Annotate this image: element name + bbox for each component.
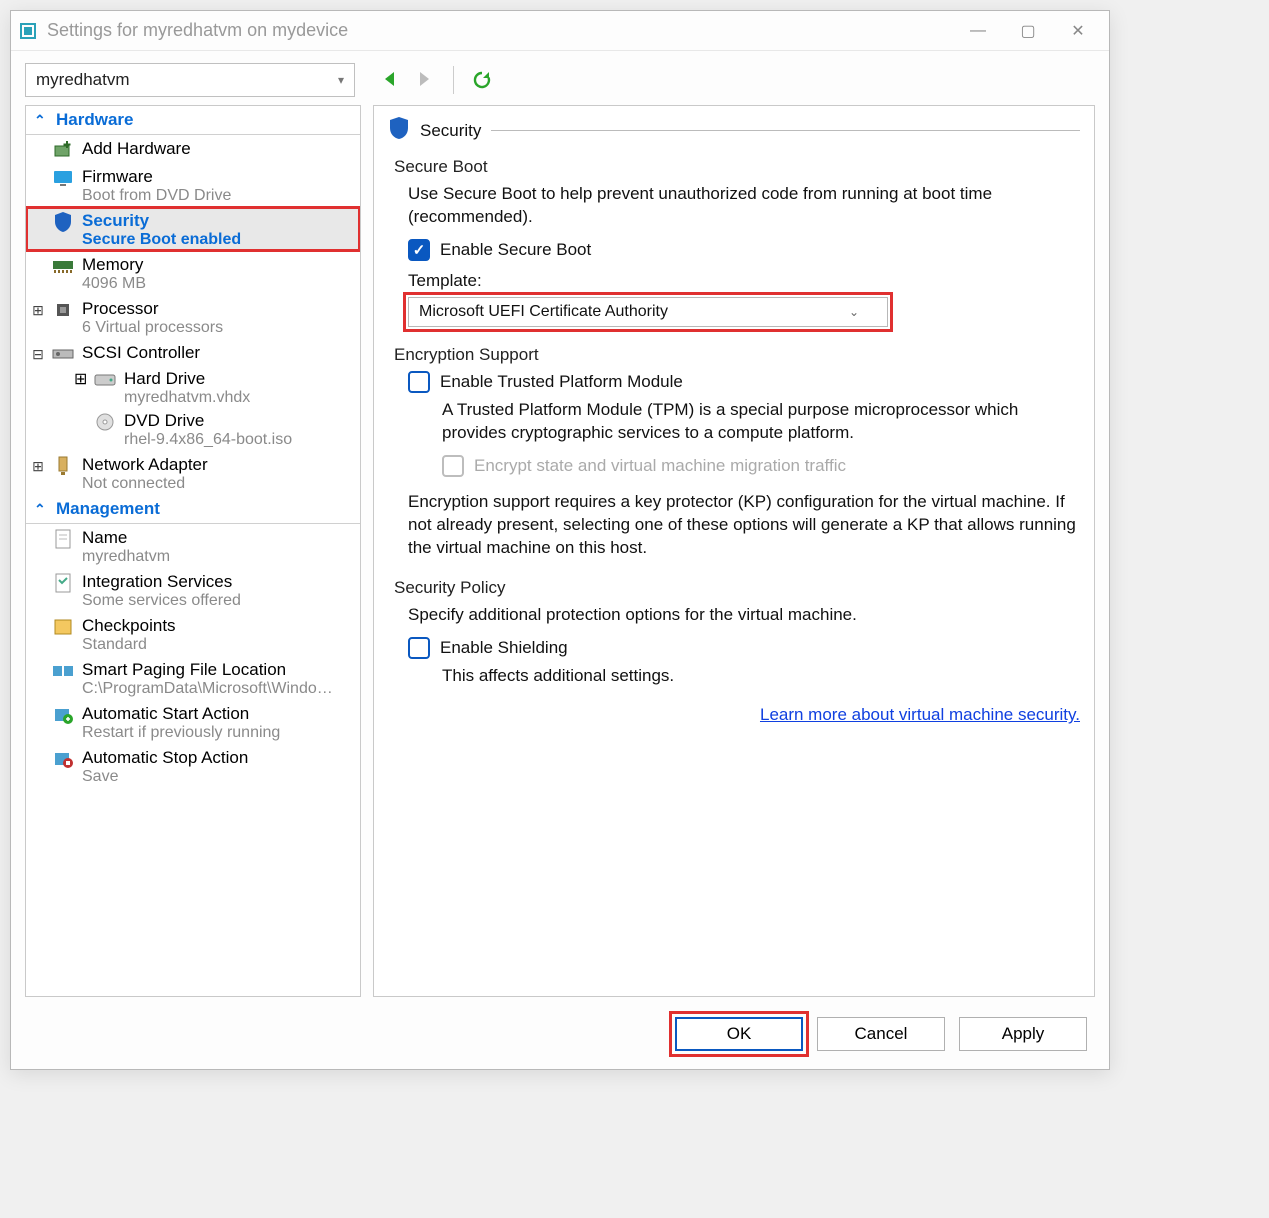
chevron-down-icon: ⌄ bbox=[849, 305, 859, 319]
detail-panel: Security Secure Boot Use Secure Boot to … bbox=[373, 105, 1095, 997]
integration-icon bbox=[52, 572, 74, 594]
group-policy: Security Policy Specify additional prote… bbox=[394, 578, 1080, 688]
settings-window: Settings for myredhatvm on mydevice — ▢ … bbox=[10, 10, 1110, 1070]
vm-selector-value: myredhatvm bbox=[36, 70, 130, 90]
autostart-icon bbox=[52, 704, 74, 726]
enable-secure-boot-row[interactable]: Enable Secure Boot bbox=[408, 239, 1080, 261]
content-area: myredhatvm ▾ ⌃ Hardware bbox=[11, 51, 1109, 1069]
collapse-icon: ⌃ bbox=[34, 501, 48, 518]
nav-forward-button[interactable] bbox=[415, 70, 435, 90]
divider bbox=[491, 130, 1080, 131]
sidebar-item-add-hardware[interactable]: Add Hardware bbox=[26, 135, 360, 163]
encrypt-state-row: Encrypt state and virtual machine migrat… bbox=[442, 455, 1080, 477]
encrypt-state-label: Encrypt state and virtual machine migrat… bbox=[474, 456, 846, 476]
memory-icon bbox=[52, 255, 74, 277]
template-combobox[interactable]: Microsoft UEFI Certificate Authority ⌄ bbox=[408, 297, 888, 327]
sidebar-item-integration[interactable]: Integration Services Some services offer… bbox=[26, 568, 360, 612]
disc-icon bbox=[94, 411, 116, 433]
cancel-button[interactable]: Cancel bbox=[817, 1017, 945, 1051]
enable-shielding-label: Enable Shielding bbox=[440, 638, 568, 658]
toolbar: myredhatvm ▾ bbox=[25, 63, 1095, 97]
group-title: Security Policy bbox=[394, 578, 1080, 598]
monitor-icon bbox=[52, 167, 74, 189]
sidebar-item-autostart[interactable]: Automatic Start Action Restart if previo… bbox=[26, 700, 360, 744]
sidebar-item-security[interactable]: Security Secure Boot enabled bbox=[26, 207, 360, 251]
section-management[interactable]: ⌃ Management bbox=[26, 495, 360, 524]
enable-tpm-label: Enable Trusted Platform Module bbox=[440, 372, 683, 392]
autostop-icon bbox=[52, 748, 74, 770]
sidebar-item-processor[interactable]: ⊞ Processor 6 Virtual processors bbox=[26, 295, 360, 339]
expand-icon[interactable]: ⊞ bbox=[74, 369, 86, 389]
enable-tpm-checkbox[interactable] bbox=[408, 371, 430, 393]
panel-title-row: Security bbox=[388, 116, 1080, 145]
minimize-button[interactable]: — bbox=[967, 20, 989, 42]
section-label: Hardware bbox=[56, 110, 133, 130]
shield-icon bbox=[52, 211, 74, 233]
learn-more-link[interactable]: Learn more about virtual machine securit… bbox=[388, 705, 1080, 725]
encryption-note: Encryption support requires a key protec… bbox=[408, 491, 1080, 560]
sidebar-item-autostop[interactable]: Automatic Stop Action Save bbox=[26, 744, 360, 788]
encrypt-state-checkbox bbox=[442, 455, 464, 477]
close-button[interactable]: ✕ bbox=[1067, 20, 1089, 42]
expand-icon[interactable]: ⊞ bbox=[32, 302, 44, 319]
sidebar-item-scsi[interactable]: ⊟ SCSI Controller bbox=[26, 339, 360, 367]
maximize-button[interactable]: ▢ bbox=[1017, 20, 1039, 42]
sidebar-item-paging[interactable]: Smart Paging File Location C:\ProgramDat… bbox=[26, 656, 360, 700]
template-value: Microsoft UEFI Certificate Authority bbox=[419, 303, 668, 321]
panel-title: Security bbox=[420, 121, 481, 141]
shield-icon bbox=[388, 116, 410, 145]
template-label: Template: bbox=[408, 271, 1080, 291]
network-icon bbox=[52, 455, 74, 477]
section-label: Management bbox=[56, 499, 160, 519]
sidebar-item-dvd-drive[interactable]: DVD Drive rhel-9.4x86_64-boot.iso bbox=[26, 409, 360, 451]
group-title: Secure Boot bbox=[394, 157, 1080, 177]
sidebar-item-firmware[interactable]: Firmware Boot from DVD Drive bbox=[26, 163, 360, 207]
window-title: Settings for myredhatvm on mydevice bbox=[47, 20, 967, 41]
tpm-desc: A Trusted Platform Module (TPM) is a spe… bbox=[442, 399, 1080, 445]
group-title: Encryption Support bbox=[394, 345, 1080, 365]
section-hardware[interactable]: ⌃ Hardware bbox=[26, 106, 360, 135]
sidebar-item-name[interactable]: Name myredhatvm bbox=[26, 524, 360, 568]
collapse-icon[interactable]: ⊟ bbox=[32, 346, 44, 363]
enable-secure-boot-label: Enable Secure Boot bbox=[440, 240, 591, 260]
cpu-icon bbox=[52, 299, 74, 321]
policy-desc: Specify additional protection options fo… bbox=[408, 604, 1080, 627]
sidebar-item-checkpoints[interactable]: Checkpoints Standard bbox=[26, 612, 360, 656]
dialog-buttons: OK Cancel Apply bbox=[25, 1005, 1095, 1057]
nav-buttons bbox=[381, 66, 492, 94]
expand-icon[interactable]: ⊞ bbox=[32, 458, 44, 475]
sidebar-item-network[interactable]: ⊞ Network Adapter Not connected bbox=[26, 451, 360, 495]
ok-button[interactable]: OK bbox=[675, 1017, 803, 1051]
shielding-note: This affects additional settings. bbox=[442, 665, 1080, 688]
checkpoint-icon bbox=[52, 616, 74, 638]
name-icon bbox=[52, 528, 74, 550]
enable-shielding-row[interactable]: Enable Shielding bbox=[408, 637, 1080, 659]
group-secure-boot: Secure Boot Use Secure Boot to help prev… bbox=[394, 157, 1080, 327]
sidebar[interactable]: ⌃ Hardware Add Hardware Fir bbox=[25, 105, 361, 997]
enable-shielding-checkbox[interactable] bbox=[408, 637, 430, 659]
sidebar-item-memory[interactable]: Memory 4096 MB bbox=[26, 251, 360, 295]
enable-tpm-row[interactable]: Enable Trusted Platform Module bbox=[408, 371, 1080, 393]
paging-icon bbox=[52, 660, 74, 682]
secure-boot-desc: Use Secure Boot to help prevent unauthor… bbox=[408, 183, 1080, 229]
titlebar: Settings for myredhatvm on mydevice — ▢ … bbox=[11, 11, 1109, 51]
app-icon bbox=[19, 21, 39, 41]
collapse-icon: ⌃ bbox=[34, 112, 48, 129]
scsi-icon bbox=[52, 343, 74, 365]
window-buttons: — ▢ ✕ bbox=[967, 20, 1101, 42]
vm-selector[interactable]: myredhatvm ▾ bbox=[25, 63, 355, 97]
main-row: ⌃ Hardware Add Hardware Fir bbox=[25, 105, 1095, 997]
sidebar-item-hard-drive[interactable]: ⊞ Hard Drive myredhatvm.vhdx bbox=[26, 367, 360, 409]
hdd-icon bbox=[94, 369, 116, 391]
separator bbox=[453, 66, 454, 94]
add-hardware-icon bbox=[52, 139, 74, 161]
nav-back-button[interactable] bbox=[381, 70, 401, 90]
enable-secure-boot-checkbox[interactable] bbox=[408, 239, 430, 261]
apply-button[interactable]: Apply bbox=[959, 1017, 1087, 1051]
chevron-down-icon: ▾ bbox=[338, 73, 344, 87]
refresh-button[interactable] bbox=[472, 70, 492, 90]
group-encryption: Encryption Support Enable Trusted Platfo… bbox=[394, 345, 1080, 560]
